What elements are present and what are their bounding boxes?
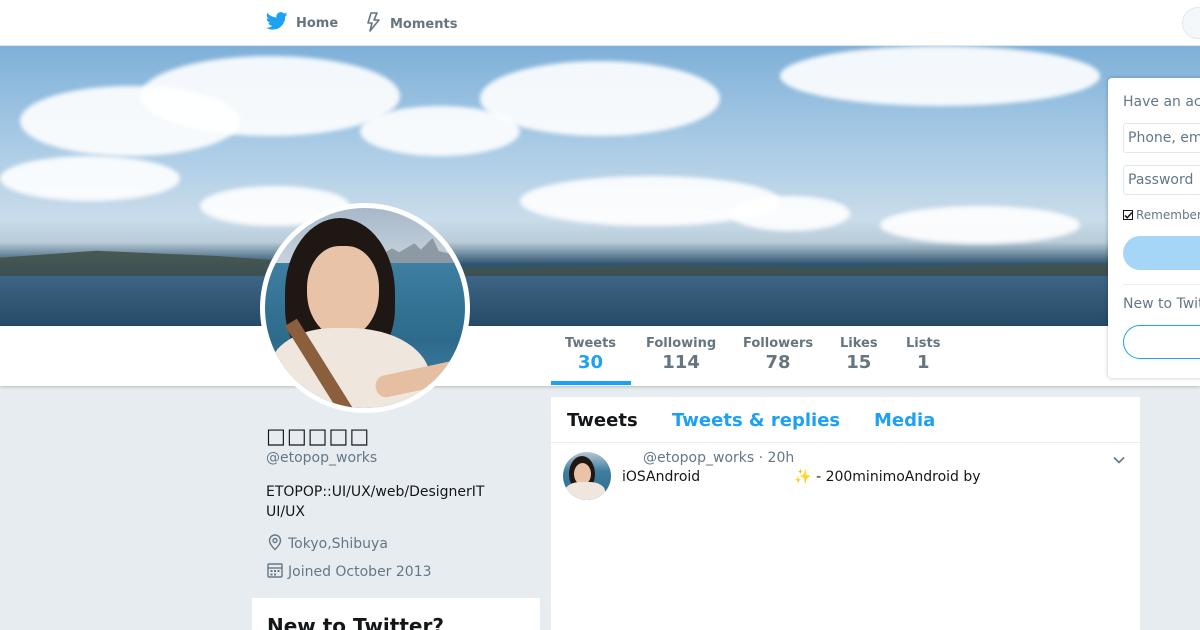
tweet-text-part: - 200minimoAndroid by bbox=[811, 469, 981, 485]
bio-line: ETOPOP::UI/UX/web/DesignerIT bbox=[266, 484, 485, 500]
lightning-icon bbox=[366, 12, 382, 36]
stat-value: 114 bbox=[662, 352, 700, 373]
active-stat-underline bbox=[551, 381, 631, 385]
stat-tweets[interactable]: Tweets 30 bbox=[565, 336, 616, 373]
banner-cloud bbox=[880, 206, 1080, 244]
stat-label: Tweets bbox=[565, 336, 617, 351]
stat-likes[interactable]: Likes 15 bbox=[840, 336, 878, 373]
login-panel: Have an account? Remember me New to Twit… bbox=[1108, 78, 1200, 378]
nav-home-label: Home bbox=[296, 15, 339, 31]
timeline: Tweets Tweets & replies Media @etopop_wo… bbox=[551, 397, 1140, 630]
profile-location: Tokyo,Shibuya bbox=[266, 533, 388, 555]
calendar-icon bbox=[266, 561, 284, 583]
login-new-label: New to Twitter? bbox=[1123, 296, 1200, 312]
password-field[interactable] bbox=[1123, 165, 1200, 195]
signup-button[interactable] bbox=[1123, 325, 1200, 359]
tab-tweets-replies[interactable]: Tweets & replies bbox=[672, 410, 840, 431]
stat-label: Likes bbox=[840, 336, 878, 351]
stat-label: Followers bbox=[743, 336, 814, 351]
location-pin-icon bbox=[266, 533, 284, 555]
stat-value: 1 bbox=[916, 352, 930, 373]
tweet-text-part: iOSAndroid bbox=[622, 469, 701, 485]
nav-moments-label: Moments bbox=[390, 16, 458, 32]
banner-cloud bbox=[780, 46, 1100, 106]
banner-cloud bbox=[140, 56, 400, 136]
profile-handle[interactable]: @etopop_works bbox=[266, 450, 377, 466]
tweet-header[interactable]: @etopop_works · 20h bbox=[643, 450, 794, 466]
stat-value: 78 bbox=[765, 352, 791, 373]
stat-followers[interactable]: Followers 78 bbox=[743, 336, 813, 373]
banner-cloud bbox=[730, 196, 850, 231]
sparkles-emoji: ✨ bbox=[794, 469, 812, 485]
nav-moments[interactable]: Moments bbox=[366, 12, 457, 36]
login-divider bbox=[1123, 284, 1200, 285]
timeline-tabs: Tweets Tweets & replies Media bbox=[551, 397, 1140, 443]
tab-media[interactable]: Media bbox=[874, 410, 935, 431]
banner-sea bbox=[0, 276, 1200, 326]
stat-label: Lists bbox=[906, 336, 941, 351]
phone-email-username-field[interactable] bbox=[1123, 123, 1200, 153]
profile-banner bbox=[0, 46, 1200, 326]
profile-joined: Joined October 2013 bbox=[266, 561, 432, 583]
login-title: Have an account? bbox=[1123, 94, 1200, 110]
remember-me[interactable]: Remember me bbox=[1123, 208, 1200, 222]
stat-following[interactable]: Following 114 bbox=[646, 336, 716, 373]
bio-line: UI/UX bbox=[266, 504, 305, 520]
login-button[interactable] bbox=[1123, 236, 1200, 270]
nav-home[interactable]: Home bbox=[265, 12, 339, 34]
profile-bio: ETOPOP::UI/UX/web/DesignerIT UI/UX bbox=[266, 482, 536, 522]
profile-avatar[interactable] bbox=[260, 203, 470, 413]
twitter-bird-icon bbox=[265, 12, 288, 34]
stat-value: 30 bbox=[577, 352, 604, 373]
remember-me-label: Remember me bbox=[1136, 208, 1200, 222]
top-nav: Home Moments bbox=[0, 0, 1200, 46]
banner-hills bbox=[0, 250, 1200, 278]
stat-lists[interactable]: Lists 1 bbox=[906, 336, 940, 373]
chevron-down-icon[interactable] bbox=[1112, 452, 1126, 466]
search-box-edge[interactable] bbox=[1182, 7, 1200, 39]
tweet-item[interactable]: @etopop_works · 20h iOSAndroid ✨ - 200min… bbox=[551, 444, 1140, 514]
stat-value: 15 bbox=[846, 352, 872, 373]
tweet-text: iOSAndroid ✨ - 200minimoAndroid by bbox=[622, 469, 981, 485]
location-text: Tokyo,Shibuya bbox=[288, 536, 388, 552]
banner-cloud bbox=[480, 61, 720, 136]
remember-me-checkbox[interactable] bbox=[1123, 210, 1133, 220]
joined-text: Joined October 2013 bbox=[288, 564, 432, 580]
banner-cloud bbox=[0, 156, 180, 201]
profile-stats-bar: Tweets 30 Following 114 Followers 78 Lik… bbox=[0, 326, 1200, 386]
tweet-avatar[interactable] bbox=[563, 452, 611, 500]
new-to-twitter-card: New to Twitter? bbox=[252, 598, 540, 630]
stat-label: Following bbox=[646, 336, 717, 351]
tab-tweets[interactable]: Tweets bbox=[567, 410, 638, 431]
new-card-title: New to Twitter? bbox=[267, 614, 444, 630]
profile-name[interactable]: □□□□□ bbox=[266, 424, 370, 448]
